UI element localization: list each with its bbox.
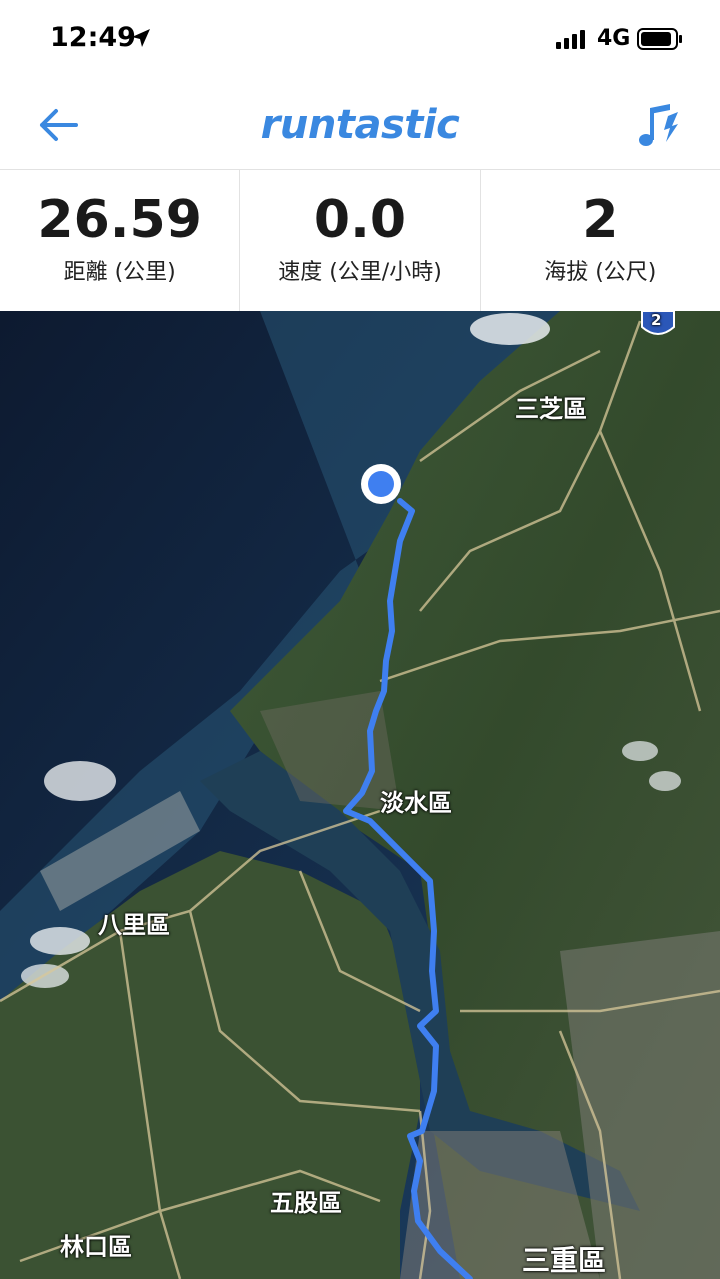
elevation-stat: 2 海拔 (公尺) [481, 170, 720, 311]
place-label-linkou: 林口區 [60, 1233, 132, 1261]
map-view[interactable]: 2 三芝區 淡水區 八里區 五股區 林口區 三重區 [0, 311, 720, 1279]
elevation-label: 海拔 (公尺) [544, 260, 657, 285]
distance-stat: 26.59 距離 (公里) [0, 170, 241, 311]
status-time: 12:49 [50, 22, 136, 53]
stats-panel: 26.59 距離 (公里) 0.0 速度 (公里/小時) 2 海拔 (公尺) [0, 170, 720, 311]
satellite-map[interactable] [0, 311, 720, 1279]
nav-bar: runtastic [0, 80, 720, 170]
battery-icon [637, 28, 682, 50]
speed-stat: 0.0 速度 (公里/小時) [240, 170, 481, 311]
music-note-icon [639, 104, 678, 146]
location-arrow-icon [132, 29, 150, 47]
speed-label: 速度 (公里/小時) [278, 260, 442, 285]
highway-number: 2 [651, 311, 662, 329]
status-bar: 12:49 4G [0, 0, 720, 80]
distance-value: 26.59 [37, 190, 202, 250]
brand-logo: runtastic [260, 102, 460, 148]
place-label-tamsui: 淡水區 [380, 789, 452, 817]
signal-icon [556, 30, 585, 49]
place-label-wugu: 五股區 [270, 1189, 342, 1217]
distance-label: 距離 (公里) [63, 260, 176, 285]
elevation-value: 2 [582, 190, 619, 250]
place-label-sanchong: 三重區 [522, 1244, 607, 1277]
speed-value: 0.0 [313, 190, 407, 250]
place-label-sanzhi: 三芝區 [515, 395, 587, 423]
current-location-marker [361, 464, 401, 504]
music-button[interactable] [636, 104, 682, 150]
place-label-bali: 八里區 [98, 911, 170, 939]
network-type: 4G [597, 26, 631, 51]
